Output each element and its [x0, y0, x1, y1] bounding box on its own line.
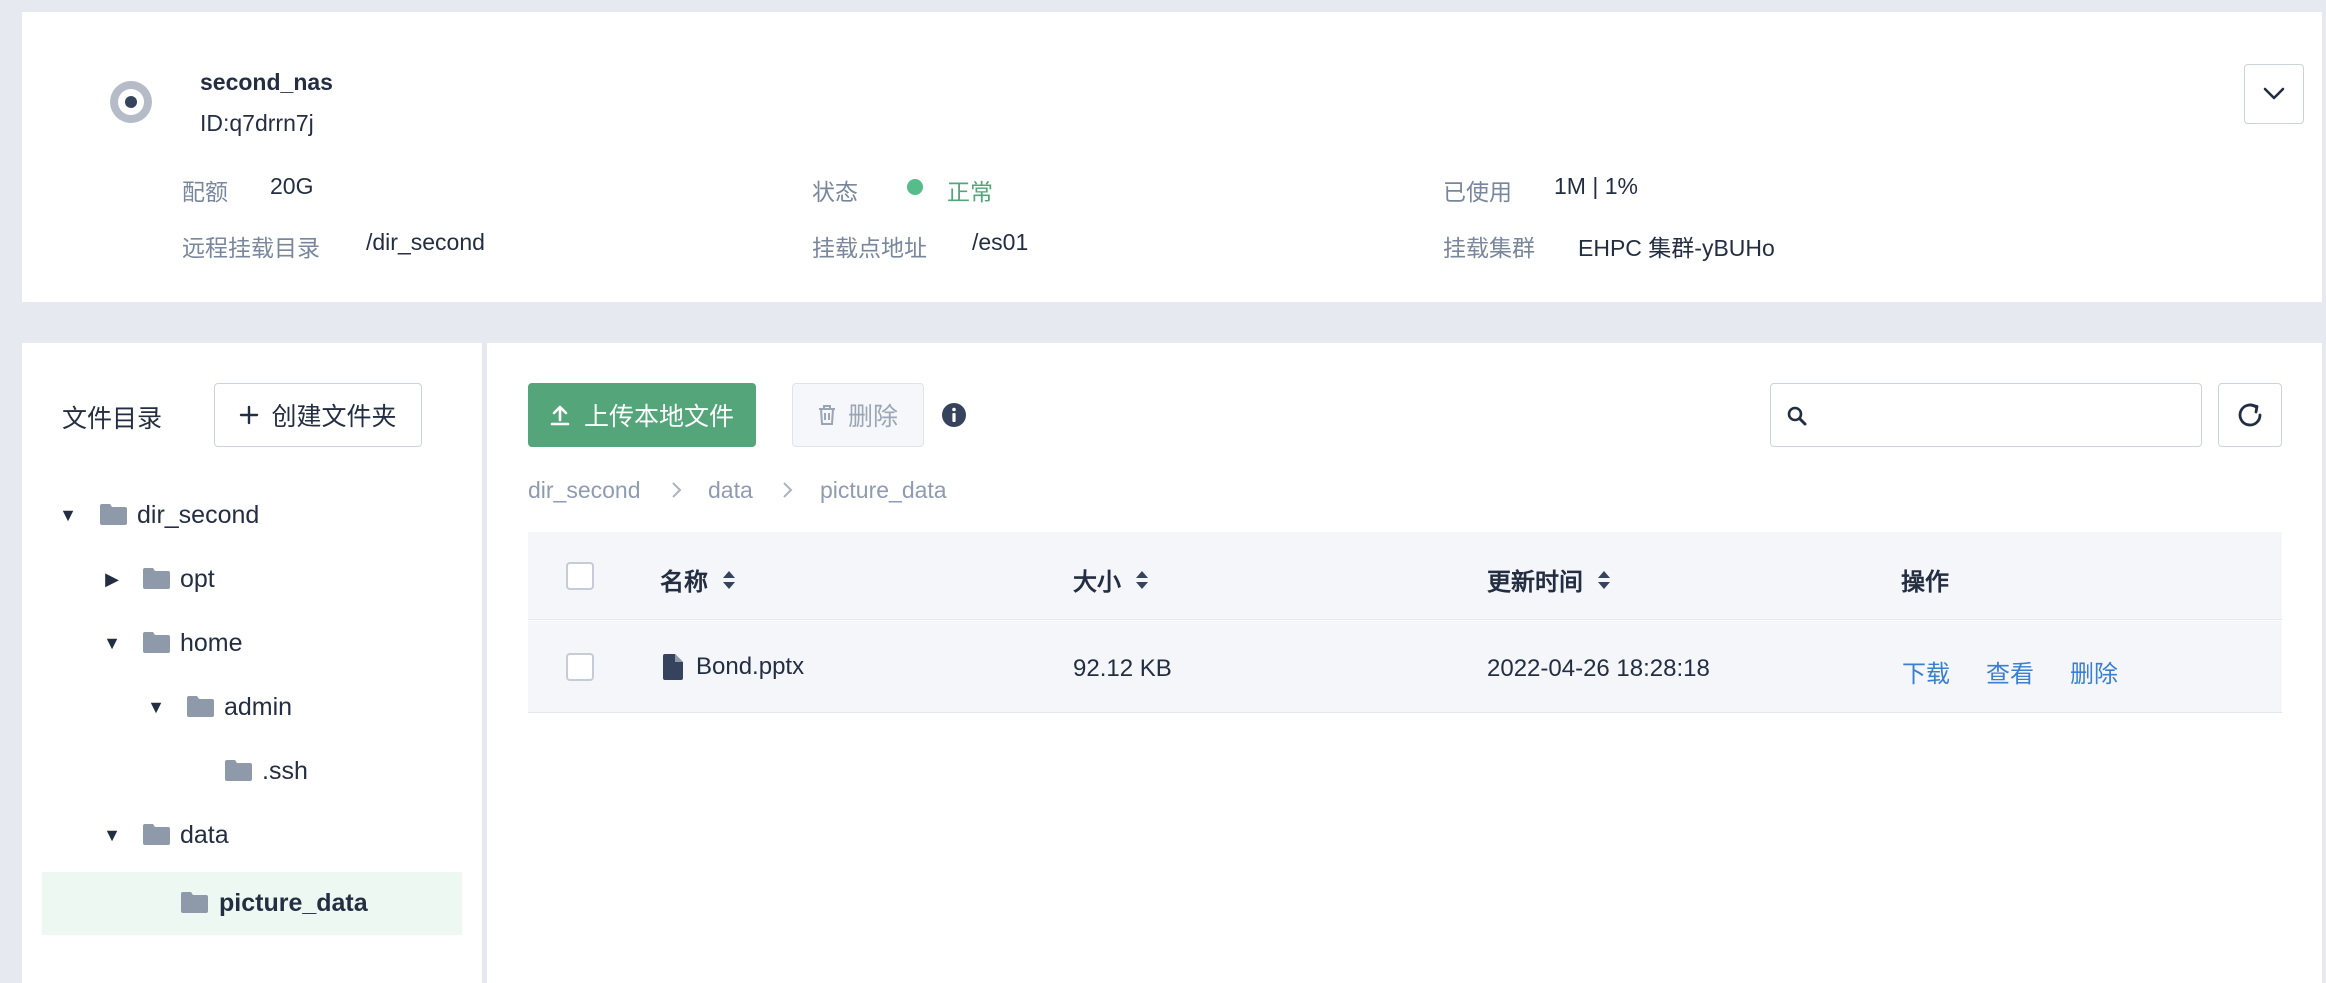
status-value: 正常	[947, 179, 993, 205]
chevron-right-icon	[672, 482, 682, 498]
tree-item-dir-second[interactable]: ▼ dir_second	[42, 485, 462, 545]
caret-down-icon[interactable]: ▼	[146, 697, 166, 718]
caret-down-icon[interactable]: ▼	[102, 825, 122, 846]
tree-title: 文件目录	[62, 405, 163, 433]
folder-icon	[181, 892, 208, 913]
folder-icon	[143, 568, 170, 589]
folder-icon	[225, 760, 252, 781]
nas-id: ID:q7drrn7j	[200, 110, 314, 136]
chevron-down-icon	[2263, 87, 2285, 100]
download-link[interactable]: 下载	[1902, 654, 1950, 689]
tree-item-label: picture_data	[219, 889, 368, 917]
table-row[interactable]: Bond.pptx 92.12 KB 2022-04-26 18:28:18 下…	[528, 621, 2282, 713]
expand-button[interactable]	[2244, 64, 2304, 124]
breadcrumb-item[interactable]: dir_second	[528, 477, 641, 504]
used-label: 已使用	[1443, 179, 1512, 205]
select-all-checkbox[interactable]	[566, 562, 594, 590]
tree-item-picture-data[interactable]: picture_data	[42, 872, 462, 935]
column-header-name[interactable]: 名称	[660, 562, 736, 597]
column-header-actions: 操作	[1901, 562, 1949, 597]
tree-item-data[interactable]: ▼ data	[42, 805, 462, 865]
column-header-updated[interactable]: 更新时间	[1487, 562, 1611, 597]
upload-file-button[interactable]: 上传本地文件	[528, 383, 756, 447]
file-name[interactable]: Bond.pptx	[696, 653, 804, 681]
remote-dir-value: /dir_second	[366, 229, 485, 255]
delete-button[interactable]: 删除	[792, 383, 924, 447]
tree-item-opt[interactable]: ▶ opt	[42, 549, 462, 609]
upload-icon	[550, 405, 570, 426]
sort-icon	[1598, 570, 1610, 589]
file-size: 92.12 KB	[1073, 655, 1172, 682]
delete-link[interactable]: 删除	[2070, 654, 2118, 689]
search-box[interactable]	[1770, 383, 2202, 447]
mount-addr-label: 挂载点地址	[812, 235, 927, 261]
table-header: 名称 大小 更新时间 操作	[528, 532, 2282, 620]
used-value: 1M | 1%	[1554, 173, 1638, 199]
column-header-label: 名称	[660, 569, 708, 596]
row-checkbox[interactable]	[566, 653, 594, 681]
tree-item-admin[interactable]: ▼ admin	[42, 677, 462, 737]
breadcrumb-item[interactable]: data	[708, 477, 753, 504]
view-link[interactable]: 查看	[1986, 654, 2034, 689]
breadcrumb-item: picture_data	[820, 477, 947, 503]
info-icon[interactable]	[941, 402, 967, 428]
refresh-button[interactable]	[2218, 383, 2282, 447]
nas-info-card: second_nas ID:q7drrn7j 配额 20G 状态 正常 已使用 …	[22, 12, 2322, 302]
column-header-label: 操作	[1901, 569, 1949, 596]
remote-dir-label: 远程挂载目录	[182, 235, 320, 261]
create-folder-button[interactable]: 创建文件夹	[214, 383, 422, 447]
quota-value: 20G	[270, 173, 314, 199]
status-label: 状态	[812, 179, 858, 205]
cluster-label: 挂载集群	[1443, 235, 1535, 261]
trash-icon	[818, 405, 835, 425]
caret-down-icon[interactable]: ▼	[102, 633, 122, 654]
tree-item-label: .ssh	[262, 756, 308, 785]
tree-item-ssh[interactable]: .ssh	[42, 741, 462, 801]
upload-file-label: 上传本地文件	[583, 403, 734, 431]
sort-icon	[723, 570, 735, 589]
caret-down-icon[interactable]: ▼	[58, 505, 78, 526]
tree-item-home[interactable]: ▼ home	[42, 613, 462, 673]
file-updated-time: 2022-04-26 18:28:18	[1487, 655, 1710, 682]
status-dot	[907, 179, 923, 195]
caret-right-icon[interactable]: ▶	[102, 569, 122, 590]
search-input[interactable]	[1819, 392, 2189, 438]
search-icon	[1787, 406, 1807, 426]
file-icon	[663, 654, 683, 680]
folder-icon	[143, 632, 170, 653]
column-header-label: 更新时间	[1487, 569, 1583, 596]
tree-item-label: home	[180, 628, 243, 657]
quota-label: 配额	[182, 179, 228, 205]
nas-name: second_nas	[200, 69, 333, 95]
column-header-size[interactable]: 大小	[1073, 562, 1149, 597]
tree-item-label: admin	[224, 692, 293, 721]
plus-icon	[240, 405, 259, 425]
disk-icon	[110, 81, 152, 123]
chevron-right-icon	[783, 482, 793, 498]
cluster-value: EHPC 集群-yBUHo	[1578, 235, 1775, 261]
folder-icon	[187, 696, 214, 717]
tree-item-label: dir_second	[137, 500, 260, 529]
delete-label: 删除	[847, 403, 898, 431]
folder-icon	[100, 504, 127, 525]
mount-addr-value: /es01	[972, 229, 1029, 255]
tree-item-label: data	[180, 820, 229, 849]
sort-icon	[1136, 570, 1148, 589]
refresh-icon	[2238, 403, 2262, 427]
tree-item-label: opt	[180, 564, 215, 593]
folder-icon	[143, 824, 170, 845]
create-folder-label: 创建文件夹	[271, 403, 397, 431]
column-header-label: 大小	[1073, 569, 1121, 596]
